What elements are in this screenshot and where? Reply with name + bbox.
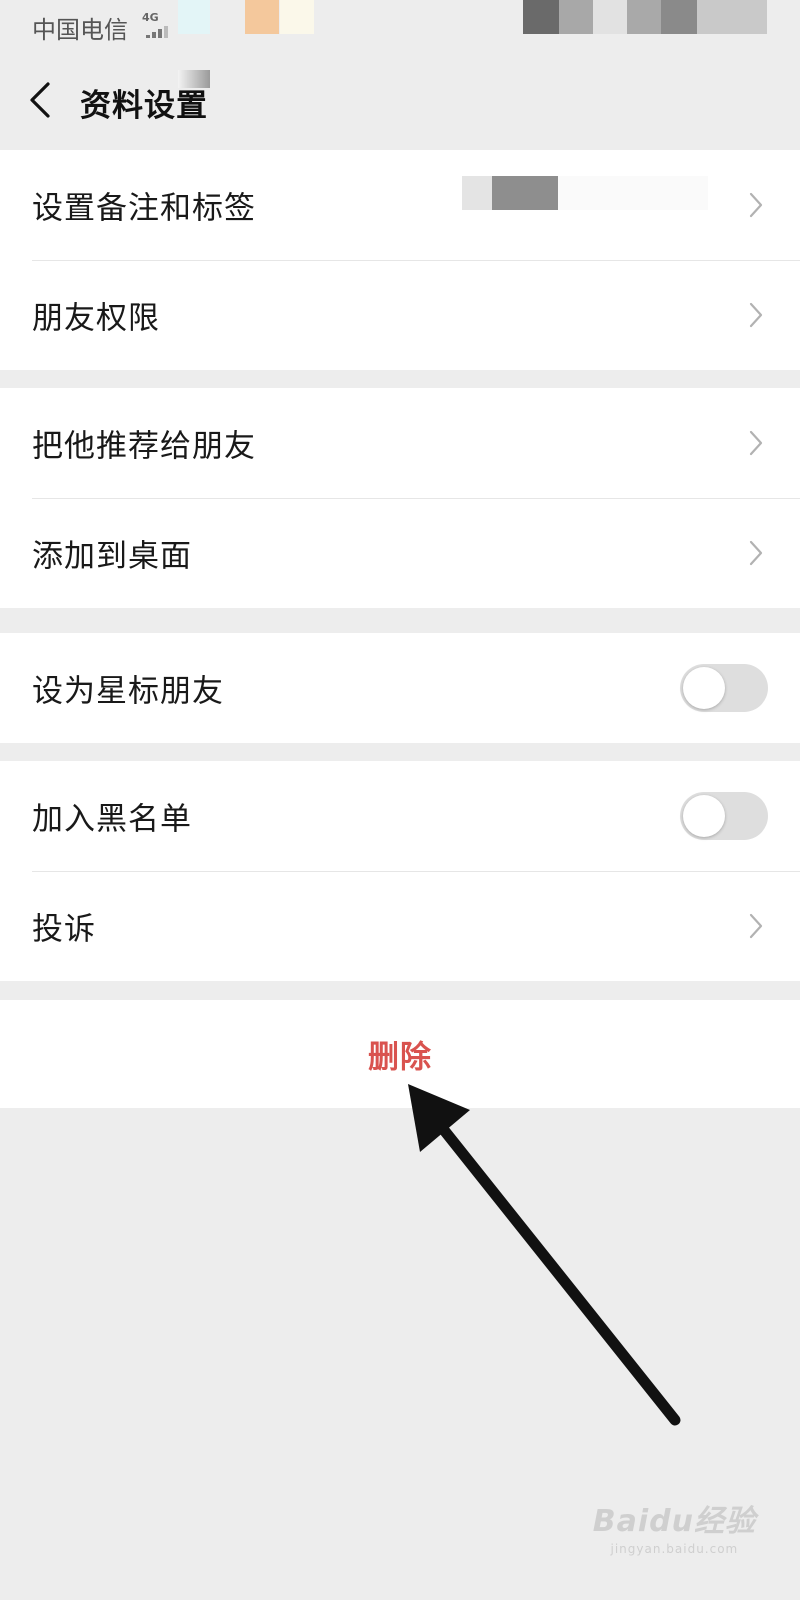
- chevron-right-icon: [749, 192, 763, 218]
- signal-icon: [146, 26, 172, 38]
- redacted-remark-value: [558, 176, 708, 210]
- cell-add-to-desktop[interactable]: 添加到桌面: [0, 498, 800, 608]
- toggle-knob: [683, 795, 725, 837]
- cell-friend-permissions[interactable]: 朋友权限: [0, 260, 800, 370]
- delete-button[interactable]: 删除: [0, 1000, 800, 1108]
- carrier-label: 中国电信: [32, 16, 128, 44]
- cell-label: 设置备注和标签: [32, 190, 256, 227]
- cell-label: 把他推荐给朋友: [32, 428, 256, 465]
- redacted-status-block: [245, 0, 279, 34]
- redacted-status-block: [593, 0, 627, 34]
- watermark-sub: jingyan.baidu.com: [610, 1542, 739, 1556]
- star-friend-toggle[interactable]: [680, 664, 768, 712]
- cell-recommend-to-friend[interactable]: 把他推荐给朋友: [0, 388, 800, 498]
- toggle-knob: [683, 667, 725, 709]
- settings-group-4: 加入黑名单 投诉: [0, 761, 800, 981]
- watermark-main: Baidu经验: [592, 1504, 756, 1539]
- chevron-right-icon: [749, 540, 763, 566]
- chevron-right-icon: [749, 302, 763, 328]
- cell-label: 添加到桌面: [32, 538, 192, 575]
- redacted-remark-value: [492, 176, 558, 210]
- chevron-right-icon: [749, 430, 763, 456]
- settings-group-3: 设为星标朋友: [0, 633, 800, 743]
- cell-complain[interactable]: 投诉: [0, 871, 800, 981]
- settings-group-1: 设置备注和标签 朋友权限: [0, 150, 800, 370]
- settings-group-2: 把他推荐给朋友 添加到桌面: [0, 388, 800, 608]
- redacted-status-block: [697, 0, 767, 34]
- cell-label: 设为星标朋友: [32, 673, 224, 710]
- screen: 中国电信 4G 资料设置 设置备注和标签 朋友权限 把他推荐给朋友 添加到桌面 …: [0, 0, 800, 1600]
- cell-star-friend[interactable]: 设为星标朋友: [0, 633, 800, 743]
- redacted-remark-value: [462, 176, 492, 210]
- cell-blacklist[interactable]: 加入黑名单: [0, 761, 800, 871]
- chevron-left-icon: [30, 82, 50, 118]
- network-type-label: 4G: [142, 11, 159, 24]
- redacted-status-block: [559, 0, 593, 34]
- delete-group: 删除: [0, 1000, 800, 1108]
- cell-label: 投诉: [32, 911, 96, 948]
- redacted-nav-block: [178, 70, 210, 88]
- watermark: Baidu经验 jingyan.baidu.com: [593, 1496, 756, 1556]
- redacted-status-block: [661, 0, 697, 34]
- status-bar: 中国电信 4G: [0, 0, 800, 52]
- cell-label: 加入黑名单: [32, 801, 192, 838]
- nav-bar: 资料设置: [0, 52, 800, 148]
- cell-remark-and-tags[interactable]: 设置备注和标签: [0, 150, 800, 260]
- blacklist-toggle[interactable]: [680, 792, 768, 840]
- cell-label: 朋友权限: [32, 300, 160, 337]
- redacted-status-block: [627, 0, 661, 34]
- back-button[interactable]: [22, 76, 62, 124]
- redacted-status-block: [178, 0, 210, 34]
- redacted-status-block: [280, 0, 314, 34]
- chevron-right-icon: [749, 913, 763, 939]
- redacted-status-block: [523, 0, 559, 34]
- delete-label: 删除: [368, 1039, 432, 1076]
